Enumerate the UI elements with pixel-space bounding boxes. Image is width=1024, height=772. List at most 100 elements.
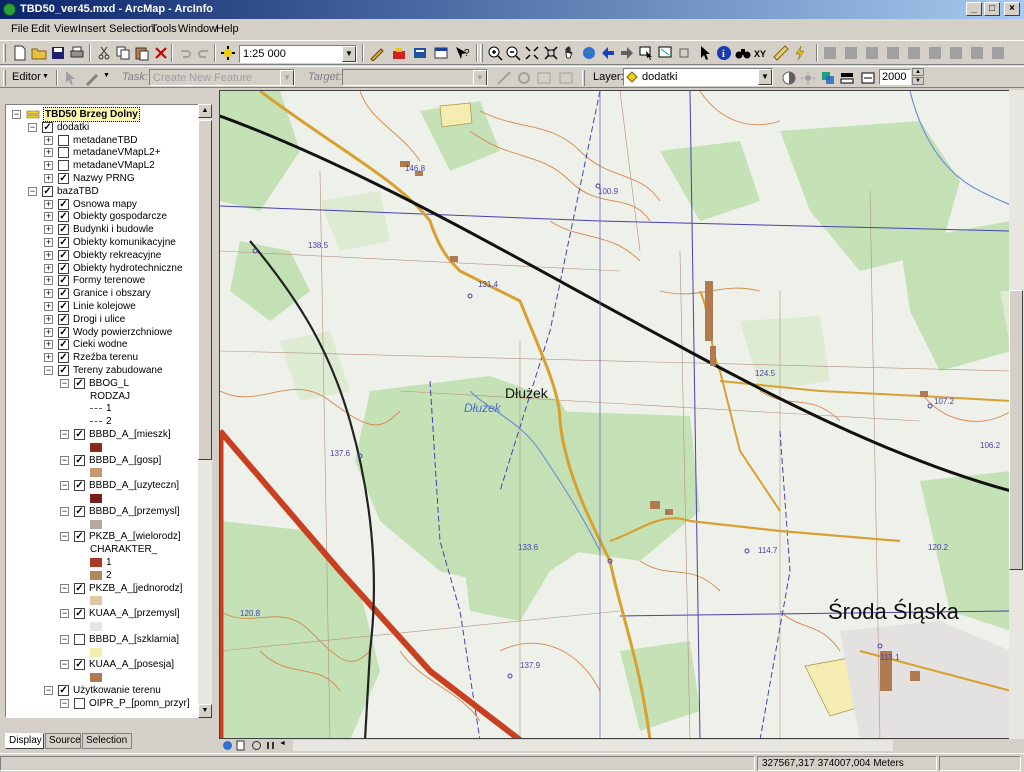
toolbar-grip[interactable] — [480, 44, 483, 62]
find-binoculars-icon[interactable] — [735, 45, 751, 61]
toc-layer-row[interactable]: + ✓ Granice i obszary — [6, 287, 198, 300]
layer-visibility-checkbox[interactable]: ✓ — [58, 198, 69, 210]
toc-layer-row[interactable]: − ✓ KUAA_A_[posesja] — [6, 658, 198, 671]
pan-hand-icon[interactable] — [562, 45, 578, 61]
toc-layer-row[interactable]: + metadaneVMapL2+ — [6, 146, 198, 159]
toc-layer-row[interactable]: + ✓ Rzeźba terenu — [6, 351, 198, 364]
toc-layer-row[interactable]: − ✓ BBBD_A_[mieszk] — [6, 428, 198, 441]
layer-visibility-checkbox[interactable]: ✓ — [74, 531, 85, 543]
menu-file[interactable]: File — [11, 23, 29, 35]
toc-layer-row[interactable]: + ✓ Obiekty gospodarcze — [6, 210, 198, 223]
transparency-icon[interactable] — [820, 70, 836, 86]
layout-view-page-icon[interactable] — [235, 740, 246, 751]
fixed-zoom-in-icon[interactable] — [524, 45, 540, 61]
collapse-icon[interactable]: − — [60, 532, 69, 542]
layout-zoom-in-icon[interactable] — [822, 45, 838, 61]
map-scale-combo[interactable]: 1:25 000 ▼ — [239, 45, 357, 63]
identify-icon[interactable]: i — [716, 45, 732, 61]
expand-icon[interactable]: + — [44, 302, 53, 311]
layer-visibility-checkbox[interactable]: ✓ — [74, 659, 85, 671]
expand-icon[interactable]: + — [44, 199, 53, 209]
layout-back-extent-icon[interactable] — [948, 45, 964, 61]
layout-zoom-whole-page-icon[interactable] — [885, 45, 901, 61]
chevron-down-icon[interactable]: ▼ — [758, 69, 772, 85]
layer-visibility-checkbox[interactable]: ✓ — [58, 352, 69, 364]
layer-visibility-checkbox[interactable]: ✓ — [58, 301, 69, 312]
scrollbar-thumb[interactable] — [1009, 290, 1023, 570]
menu-insert[interactable]: Insert — [78, 23, 106, 35]
layer-visibility-checkbox[interactable]: ✓ — [58, 288, 69, 300]
toc-layer-row[interactable]: + metadaneVMapL2 — [6, 159, 198, 172]
map-horizontal-scrollbar[interactable] — [293, 740, 893, 751]
layer-visibility-checkbox[interactable]: ✓ — [74, 608, 85, 620]
tab-selection[interactable]: Selection — [82, 733, 132, 749]
spin-up-arrow[interactable]: ▲ — [912, 68, 924, 76]
layer-visibility-checkbox[interactable]: ✓ — [58, 275, 69, 287]
toc-layer-row[interactable]: + ✓ Osnowa mapy — [6, 198, 198, 211]
expand-icon[interactable]: + — [44, 174, 53, 183]
layout-fixed-zoom-icon[interactable] — [927, 45, 943, 61]
measure-ruler-icon[interactable] — [773, 45, 789, 61]
expand-icon[interactable]: + — [44, 161, 53, 171]
menu-selection[interactable]: Selection — [109, 23, 154, 35]
toc-layer-row[interactable]: − ✓ BBBD_A_[uzyteczn] — [6, 479, 198, 492]
arctoolbox-icon[interactable] — [391, 45, 407, 61]
swipe-layer-icon[interactable] — [839, 70, 855, 86]
paste-icon[interactable] — [134, 45, 150, 61]
toc-layer-row[interactable]: − ✓ PKZB_A_[jednorodz] — [6, 582, 198, 595]
fixed-zoom-out-icon[interactable] — [543, 45, 559, 61]
collapse-icon[interactable]: − — [44, 366, 53, 375]
collapse-icon[interactable]: − — [28, 122, 37, 132]
layer-visibility-checkbox[interactable]: ✓ — [58, 685, 69, 696]
scroll-down-arrow[interactable]: ▼ — [198, 704, 212, 718]
layer-visibility-checkbox[interactable]: ✓ — [58, 224, 69, 236]
toc-layer-row[interactable]: − ✓ Użytkowanie terenu — [6, 684, 198, 697]
data-view-globe-icon[interactable] — [222, 740, 233, 751]
redo-icon[interactable] — [196, 45, 212, 61]
expand-icon[interactable]: + — [44, 327, 53, 337]
layer-visibility-checkbox[interactable] — [58, 160, 69, 172]
menu-help[interactable]: Help — [216, 23, 239, 35]
collapse-icon[interactable]: − — [60, 506, 69, 516]
toc-layer-row[interactable]: + ✓ Obiekty komunikacyjne — [6, 236, 198, 249]
go-to-xy-icon[interactable]: XY — [754, 45, 770, 61]
chevron-down-icon[interactable]: ▼ — [42, 73, 49, 80]
hyperlink-lightning-icon[interactable] — [792, 45, 808, 61]
select-elements-icon[interactable] — [676, 45, 692, 61]
arccatalog-icon[interactable] — [412, 45, 428, 61]
editor-menu[interactable]: Editor — [12, 71, 41, 83]
open-folder-icon[interactable] — [31, 45, 47, 61]
command-line-icon[interactable] — [433, 45, 449, 61]
whats-this-help-icon[interactable]: ? — [454, 45, 470, 61]
zoom-out-icon[interactable] — [505, 45, 521, 61]
collapse-icon[interactable]: − — [60, 660, 69, 670]
chevron-down-icon[interactable]: ▼ — [103, 72, 110, 79]
tab-source[interactable]: Source — [45, 733, 81, 749]
toc-layer-row[interactable]: + ✓ Budynki i budowle — [6, 223, 198, 236]
number-input[interactable]: 2000 — [879, 69, 911, 85]
expand-icon[interactable]: + — [44, 135, 53, 145]
layer-visibility-checkbox[interactable]: ✓ — [58, 326, 69, 338]
collapse-icon[interactable]: − — [60, 378, 69, 388]
layer-visibility-checkbox[interactable]: ✓ — [58, 313, 69, 325]
layer-visibility-checkbox[interactable]: ✓ — [74, 480, 85, 492]
toc-layer-row[interactable]: − ✓ Tereny zabudowane — [6, 364, 198, 377]
expand-icon[interactable]: + — [44, 289, 53, 299]
chevron-down-icon[interactable]: ▼ — [473, 70, 487, 85]
full-extent-globe-icon[interactable] — [581, 45, 597, 61]
task-combo[interactable]: Create New Feature ▼ — [149, 69, 295, 86]
zoom-scale-icon[interactable] — [860, 70, 876, 86]
toolbar-grip[interactable] — [3, 70, 6, 86]
layer-visibility-checkbox[interactable]: ✓ — [58, 339, 69, 351]
toolbar-grip[interactable] — [582, 70, 585, 86]
layer-visibility-checkbox[interactable] — [74, 697, 85, 709]
brightness-icon[interactable] — [800, 70, 816, 86]
clear-selection-icon[interactable] — [657, 45, 673, 61]
target-combo[interactable]: ▼ — [342, 69, 488, 86]
layer-visibility-checkbox[interactable]: ✓ — [58, 237, 69, 248]
layer-visibility-checkbox[interactable] — [58, 134, 69, 146]
expand-icon[interactable]: + — [44, 250, 53, 260]
chevron-down-icon[interactable]: ▼ — [342, 46, 356, 62]
select-pointer-icon[interactable] — [697, 45, 713, 61]
expand-icon[interactable]: + — [44, 225, 53, 235]
